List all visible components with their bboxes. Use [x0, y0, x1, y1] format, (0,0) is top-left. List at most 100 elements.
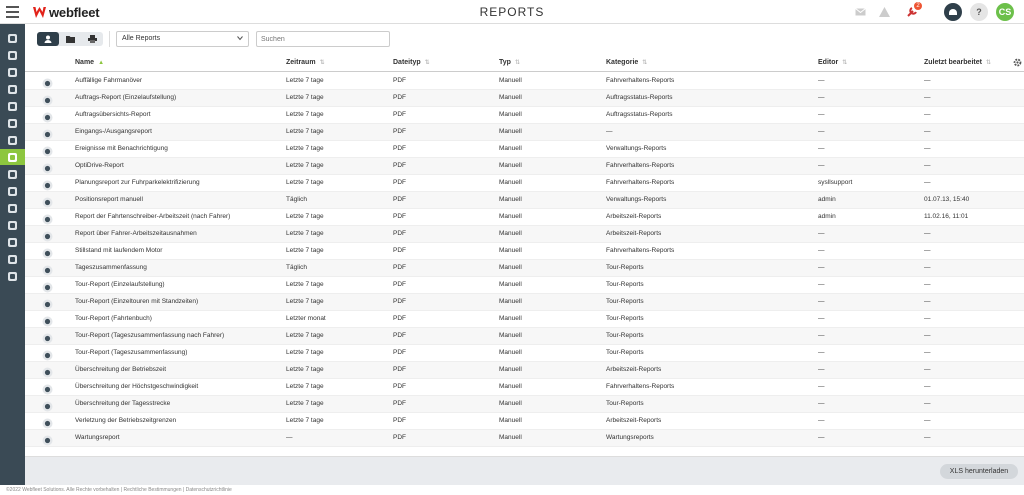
table-row[interactable]: Planungsreport zur Fuhrparkelektrifizier…: [25, 175, 1024, 192]
cell-name[interactable]: Planungsreport zur Fuhrparkelektrifizier…: [75, 179, 200, 186]
cell-editor: —: [818, 230, 825, 237]
column-header-dateityp[interactable]: Dateityp ⇅: [393, 59, 430, 66]
sidebar-item-user[interactable]: [0, 217, 25, 233]
sidebar-item-settings-circle[interactable]: [0, 251, 25, 267]
sidebar-item-integration[interactable]: [0, 234, 25, 250]
table-row[interactable]: Auffällige Fahrmanöver Letzte 7 tage PDF Ma…: [25, 73, 1024, 90]
xls-download-button[interactable]: XLS herunterladen: [940, 464, 1018, 479]
column-header-kategorie[interactable]: Kategorie ⇅: [606, 59, 647, 66]
sidebar-item-orders[interactable]: [0, 81, 25, 97]
report-filter-select[interactable]: Alle Reports: [116, 31, 249, 47]
table-row[interactable]: Tour-Report (Einzelaufstellung) Letzte 7 …: [25, 277, 1024, 294]
sidebar-item-building[interactable]: [0, 183, 25, 199]
cell-name[interactable]: Überschreitung der Höchstgeschwindigkeit: [75, 383, 198, 390]
sidebar-item-tools[interactable]: [0, 115, 25, 131]
sidebar-item-alerts[interactable]: [0, 98, 25, 114]
cell-name[interactable]: Auftrags-Report (Einzelaufstellung): [75, 94, 176, 101]
cell-name[interactable]: Report über Fahrer-Arbeitszeitausnahmen: [75, 230, 197, 237]
mail-icon[interactable]: [852, 4, 868, 20]
table-row[interactable]: Überschreitung der Betriebszeit Letzte 7 …: [25, 362, 1024, 379]
sidebar-item-gear[interactable]: [0, 268, 25, 284]
cell-name[interactable]: Ereignisse mit Benachrichtigung: [75, 145, 168, 152]
avatar[interactable]: CS: [996, 3, 1014, 21]
table-row[interactable]: Verletzung der Betriebszeitgrenzen Letzte…: [25, 413, 1024, 430]
cell-kategorie: Tour-Reports: [606, 281, 644, 288]
table-row[interactable]: Tour-Report (Tageszusammenfassung) Letzte…: [25, 345, 1024, 362]
cell-name[interactable]: Eingangs-/Ausgangsreport: [75, 128, 152, 135]
cell-name[interactable]: Positionsreport manuell: [75, 196, 143, 203]
cell-zeitraum: Letzte 7 tage: [286, 383, 324, 390]
table-row[interactable]: Wartungsreport — PDF Manuell Wartungsreports…: [25, 430, 1024, 447]
cell-name[interactable]: Überschreitung der Betriebszeit: [75, 366, 166, 373]
sidebar-item-vehicle[interactable]: [0, 47, 25, 63]
cell-name[interactable]: Auftragsübersichts-Report: [75, 111, 151, 118]
table-row[interactable]: Stillstand mit laufendem Motor Letzte 7 t…: [25, 243, 1024, 260]
cell-name[interactable]: OptiDrive-Report: [75, 162, 124, 169]
cell-name[interactable]: Tour-Report (Einzelaufstellung): [75, 281, 165, 288]
cell-dateityp: PDF: [393, 196, 406, 203]
folder-view-button[interactable]: [59, 32, 81, 46]
cell-editor: admin: [818, 213, 836, 220]
table-row[interactable]: Auftrags-Report (Einzelaufstellung) Letzt…: [25, 90, 1024, 107]
cell-kategorie: Fahrverhaltens-Reports: [606, 247, 675, 254]
cell-kategorie: Tour-Reports: [606, 298, 644, 305]
sidebar-item-map[interactable]: [0, 30, 25, 46]
fuel-icon: [8, 169, 17, 179]
table-row[interactable]: Tour-Report (Einzeltouren mit Standzeite…: [25, 294, 1024, 311]
table-row[interactable]: Tour-Report (Fahrtenbuch) Letzter monat PD…: [25, 311, 1024, 328]
cell-name[interactable]: Tageszusammenfassung: [75, 264, 147, 271]
table-row[interactable]: Tageszusammenfassung Täglich PDF Manuell Tou…: [25, 260, 1024, 277]
alerts-icon: [8, 101, 17, 111]
table-row[interactable]: Report der Fahrtenschreiber-Arbeitszeit …: [25, 209, 1024, 226]
cell-zeitraum: Letzter monat: [286, 315, 326, 322]
cell-name[interactable]: Wartungsreport: [75, 434, 120, 441]
help-icon[interactable]: ?: [970, 3, 988, 21]
table-row[interactable]: Überschreitung der Höchstgeschwindigkeit…: [25, 379, 1024, 396]
sidebar-item-reports[interactable]: [0, 149, 25, 165]
cell-kategorie: Tour-Reports: [606, 332, 644, 339]
cell-name[interactable]: Tour-Report (Tageszusammenfassung): [75, 349, 187, 356]
table-row[interactable]: Positionsreport manuell Täglich PDF Manuell…: [25, 192, 1024, 209]
sidebar-item-fuel[interactable]: [0, 166, 25, 182]
cell-name[interactable]: Überschreitung der Tagesstrecke: [75, 400, 170, 407]
table-row[interactable]: Ereignisse mit Benachrichtigung Letzte 7 …: [25, 141, 1024, 158]
cell-name[interactable]: Report der Fahrtenschreiber-Arbeitszeit …: [75, 213, 230, 220]
cell-zeitraum: Letzte 7 tage: [286, 400, 324, 407]
table-row[interactable]: Report über Fahrer-Arbeitszeitausnahmen L…: [25, 226, 1024, 243]
cell-typ: Manuell: [499, 400, 522, 407]
sidebar-item-chart[interactable]: [0, 132, 25, 148]
share-icon[interactable]: [944, 3, 962, 21]
table-row[interactable]: OptiDrive-Report Letzte 7 tage PDF Manuell F…: [25, 158, 1024, 175]
cell-dateityp: PDF: [393, 213, 406, 220]
cell-typ: Manuell: [499, 332, 522, 339]
cell-name[interactable]: Tour-Report (Einzeltouren mit Standzeite…: [75, 298, 198, 305]
table-row[interactable]: Überschreitung der Tagesstrecke Letzte 7 …: [25, 396, 1024, 413]
column-header-name[interactable]: Name ▲: [75, 59, 104, 66]
cell-zuletzt: —: [924, 349, 931, 356]
user-view-button[interactable]: [37, 32, 59, 46]
cell-name[interactable]: Tour-Report (Fahrtenbuch): [75, 315, 152, 322]
cell-typ: Manuell: [499, 434, 522, 441]
position-icon: [42, 195, 53, 208]
cell-name[interactable]: Verletzung der Betriebszeitgrenzen: [75, 417, 176, 424]
sidebar-item-location[interactable]: [0, 200, 25, 216]
warning-icon[interactable]: [876, 4, 892, 20]
cell-editor: —: [818, 332, 825, 339]
cell-zeitraum: Letzte 7 tage: [286, 128, 324, 135]
search-input[interactable]: [256, 31, 390, 47]
cell-name[interactable]: Tour-Report (Tageszusammenfassung nach F…: [75, 332, 224, 339]
table-row[interactable]: Tour-Report (Tageszusammenfassung nach F…: [25, 328, 1024, 345]
column-header-typ[interactable]: Typ ⇅: [499, 59, 520, 66]
table-row[interactable]: Auftragsübersichts-Report Letzte 7 tage PD…: [25, 107, 1024, 124]
cell-name[interactable]: Stillstand mit laufendem Motor: [75, 247, 162, 254]
column-header-editor[interactable]: Editor ⇅: [818, 59, 847, 66]
cell-name[interactable]: Auffällige Fahrmanöver: [75, 77, 142, 84]
sidebar-item-driver[interactable]: [0, 64, 25, 80]
cell-typ: Manuell: [499, 145, 522, 152]
column-settings-icon[interactable]: [1013, 58, 1022, 67]
table-row[interactable]: Eingangs-/Ausgangsreport Letzte 7 tage PDF…: [25, 124, 1024, 141]
column-header-zeitraum[interactable]: Zeitraum ⇅: [286, 59, 325, 66]
printer-view-button[interactable]: [81, 32, 103, 46]
tools-icon[interactable]: 2: [904, 2, 922, 20]
column-header-zuletzt[interactable]: Zuletzt bearbeitet ⇅: [924, 59, 991, 66]
